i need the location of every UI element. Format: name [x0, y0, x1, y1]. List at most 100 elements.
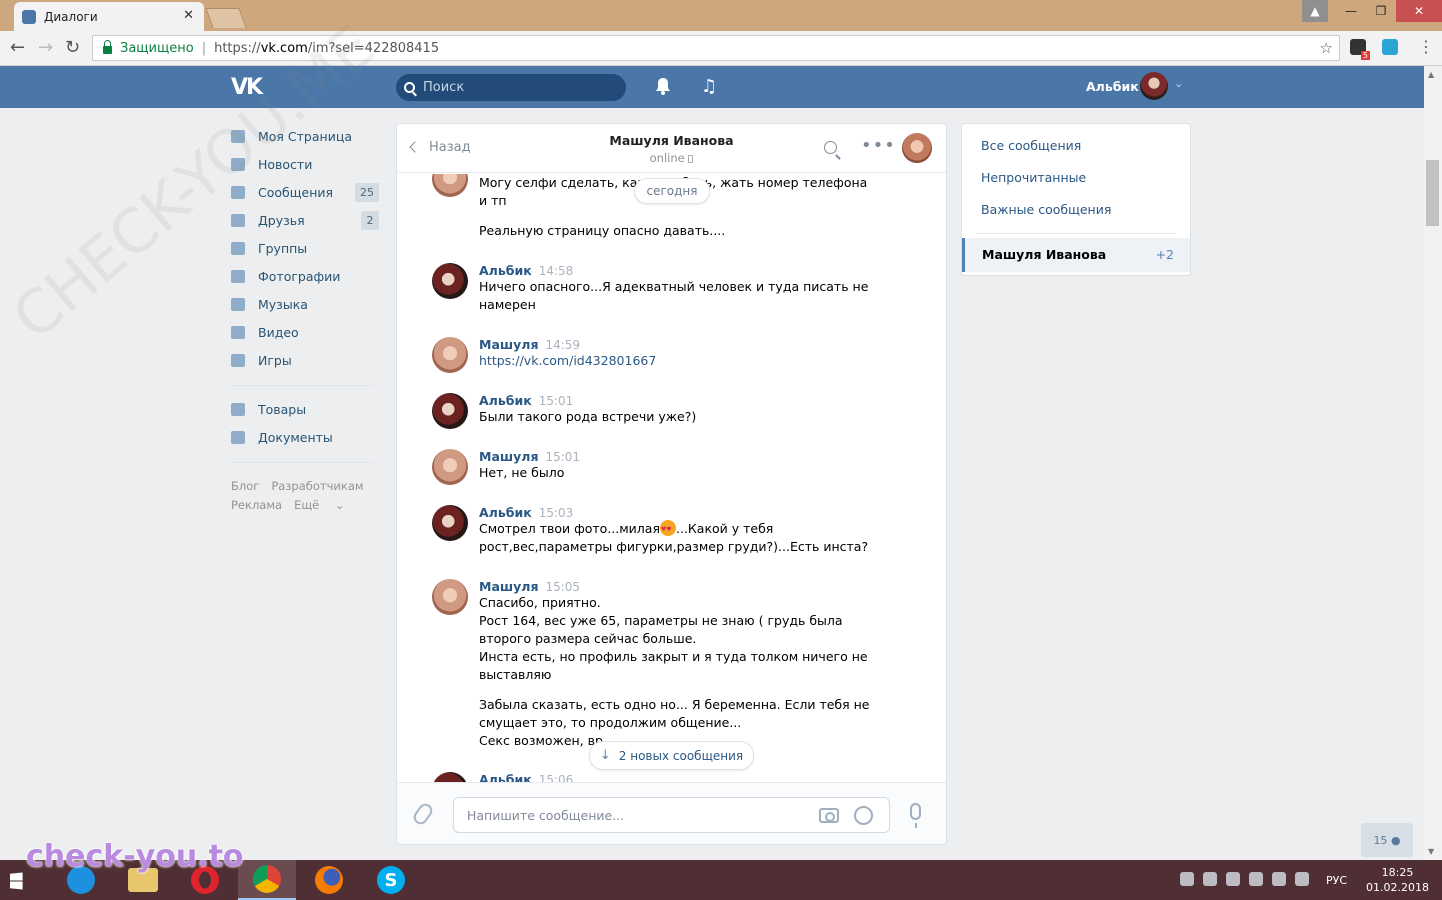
- message-author[interactable]: Машуля: [479, 337, 538, 352]
- taskbar-explorer[interactable]: [114, 860, 172, 900]
- sender-avatar[interactable]: [432, 337, 468, 373]
- message-input[interactable]: Напишите сообщение...: [453, 797, 890, 833]
- footer-link-blog[interactable]: Блог: [231, 479, 259, 493]
- filter-unread[interactable]: Непрочитанные: [981, 170, 1086, 185]
- footer-link-ads[interactable]: Реклама: [231, 498, 282, 512]
- extension-icon[interactable]: 5: [1350, 39, 1370, 60]
- tray-icon[interactable]: [1203, 872, 1217, 886]
- scroll-thumb[interactable]: [1426, 160, 1439, 226]
- sidebar-item[interactable]: Группы: [231, 234, 381, 262]
- sidebar-item-label: Фотографии: [258, 268, 341, 284]
- taskbar-opera[interactable]: [176, 860, 234, 900]
- close-window-button[interactable]: ✕: [1396, 0, 1442, 22]
- sidebar-item[interactable]: Музыка: [231, 290, 381, 318]
- sidebar-item[interactable]: Игры: [231, 346, 381, 374]
- minimize-button[interactable]: —: [1336, 0, 1366, 22]
- browser-menu-icon[interactable]: ⋮: [1418, 37, 1434, 56]
- header-user-name[interactable]: Альбик: [1086, 79, 1139, 94]
- header-avatar[interactable]: [1140, 72, 1168, 100]
- selected-dialog[interactable]: Машуля Иванова +2: [962, 238, 1190, 272]
- browser-titlebar: Диалоги ✕ ▲ — ❐ ✕: [0, 0, 1442, 31]
- sender-avatar[interactable]: [432, 393, 468, 429]
- message-placeholder: Напишите сообщение...: [467, 807, 625, 823]
- taskbar-ie[interactable]: [52, 860, 110, 900]
- camera-icon[interactable]: [819, 808, 839, 823]
- message-author[interactable]: Альбик: [479, 505, 532, 520]
- bookmark-star-icon[interactable]: ☆: [1320, 39, 1333, 57]
- new-messages-button[interactable]: ↓ 2 новых сообщения: [589, 741, 754, 770]
- taskbar-skype[interactable]: S: [362, 860, 420, 900]
- taskbar-chrome[interactable]: [238, 860, 296, 900]
- sidebar-item-label: Документы: [258, 429, 333, 445]
- taskbar-firefox[interactable]: [300, 860, 358, 900]
- sender-avatar[interactable]: [432, 449, 468, 485]
- sender-avatar[interactable]: [432, 263, 468, 299]
- language-indicator[interactable]: РУС: [1326, 874, 1347, 887]
- message-link[interactable]: https://vk.com/id432801667: [479, 352, 874, 370]
- sender-avatar[interactable]: [432, 505, 468, 541]
- windows-start-icon[interactable]: [10, 872, 23, 890]
- sender-avatar[interactable]: [432, 772, 468, 782]
- bell-icon[interactable]: [655, 77, 671, 95]
- tray-icon[interactable]: [1180, 872, 1194, 886]
- message-list[interactable]: Могу селфи сделать, какое-нибудь, жать н…: [397, 174, 946, 782]
- scroll-down-icon[interactable]: ▼: [1428, 847, 1434, 856]
- vk-logo[interactable]: VK: [231, 75, 263, 100]
- back-arrow-icon[interactable]: ←: [10, 37, 25, 58]
- shield-extension-icon[interactable]: [1382, 39, 1398, 55]
- sidebar-item[interactable]: Сообщения 25: [231, 178, 381, 206]
- firefox-icon: [315, 866, 343, 894]
- search-input[interactable]: Поиск: [396, 74, 626, 101]
- address-bar[interactable]: Защищено | https://vk.com/im?sel=4228084…: [92, 35, 1340, 61]
- music-note-icon[interactable]: ♫: [701, 76, 717, 97]
- page-scrollbar[interactable]: ▲ ▼: [1424, 66, 1442, 860]
- message-text: Нет, не было: [479, 465, 565, 480]
- more-icon[interactable]: •••: [861, 135, 896, 156]
- sidebar-item[interactable]: Документы: [231, 423, 381, 451]
- scroll-up-icon[interactable]: ▲: [1428, 70, 1434, 79]
- footer-link-dev[interactable]: Разработчикам: [271, 479, 363, 493]
- profile-icon[interactable]: ▲: [1302, 0, 1328, 22]
- window-controls: ▲ — ❐ ✕: [1302, 0, 1442, 22]
- sidebar-item-label: Музыка: [258, 296, 308, 312]
- browser-tab[interactable]: Диалоги ✕: [14, 2, 204, 31]
- message-author[interactable]: Машуля: [479, 449, 538, 464]
- emoji-smile-icon[interactable]: [854, 806, 873, 825]
- sidebar-item[interactable]: Фотографии: [231, 262, 381, 290]
- tray-icon[interactable]: [1226, 872, 1240, 886]
- message-author[interactable]: Машуля: [479, 579, 538, 594]
- new-tab-button[interactable]: [205, 8, 247, 28]
- sender-avatar[interactable]: [432, 174, 468, 197]
- sidebar-item[interactable]: Новости: [231, 150, 381, 178]
- filter-all-messages[interactable]: Все сообщения: [981, 138, 1081, 153]
- chevron-down-icon[interactable]: ⌄: [1174, 77, 1183, 90]
- message-text: Реальную страницу опасно давать....: [479, 223, 726, 238]
- network-icon[interactable]: [1272, 872, 1286, 886]
- tray-icon[interactable]: [1249, 872, 1263, 886]
- sidebar-item[interactable]: Видео: [231, 318, 381, 346]
- sidebar-item[interactable]: Товары: [231, 395, 381, 423]
- microphone-icon[interactable]: [910, 803, 921, 828]
- selected-dialog-name: Машуля Иванова: [982, 247, 1107, 262]
- peer-avatar[interactable]: [902, 133, 932, 163]
- sidebar-item[interactable]: Друзья 2: [231, 206, 381, 234]
- paperclip-icon[interactable]: [410, 800, 436, 828]
- sender-avatar[interactable]: [432, 579, 468, 615]
- clock[interactable]: 18:25 01.02.2018: [1366, 865, 1429, 895]
- sidebar-item[interactable]: Моя Страница: [231, 122, 381, 150]
- message-time: 15:01: [545, 450, 581, 464]
- online-friends-button[interactable]: 15 ●: [1361, 823, 1413, 857]
- sidebar-item-label: Видео: [258, 324, 299, 340]
- tab-close-icon[interactable]: ✕: [183, 8, 194, 23]
- forward-arrow-icon[interactable]: →: [38, 37, 53, 58]
- footer-link-more[interactable]: Ещё ⌄: [294, 498, 344, 512]
- restore-button[interactable]: ❐: [1366, 0, 1396, 22]
- filter-important[interactable]: Важные сообщения: [981, 202, 1111, 217]
- message-author[interactable]: Альбик: [479, 263, 532, 278]
- reload-icon[interactable]: ↻: [65, 37, 80, 58]
- message-author[interactable]: Альбик: [479, 772, 532, 782]
- volume-icon[interactable]: [1295, 872, 1309, 886]
- dialog-filters-panel: Все сообщения Непрочитанные Важные сообщ…: [961, 123, 1191, 276]
- message-author[interactable]: Альбик: [479, 393, 532, 408]
- chat-search-icon[interactable]: [824, 141, 837, 154]
